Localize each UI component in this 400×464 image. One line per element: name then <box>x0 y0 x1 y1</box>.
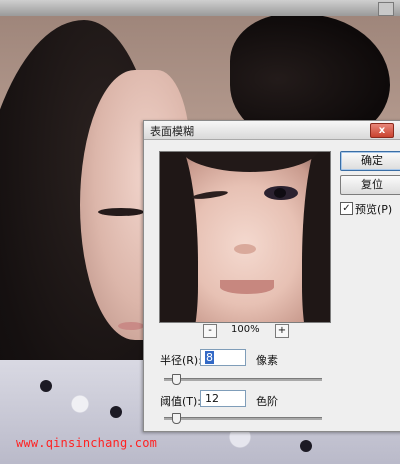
zoom-out-button[interactable]: - <box>203 324 217 338</box>
threshold-unit: 色阶 <box>256 395 278 408</box>
close-button[interactable]: x <box>370 123 394 138</box>
photo-eye <box>98 208 144 216</box>
preview-eye-right <box>264 186 298 200</box>
zoom-level: 100% <box>231 324 260 335</box>
photo-mouth <box>118 322 144 330</box>
preview-checkbox[interactable]: ✓ <box>340 202 353 215</box>
zoom-in-button[interactable]: + <box>275 324 289 338</box>
window-corner-icon <box>378 2 394 16</box>
surface-blur-dialog: 表面模糊 x - 100% + 确定 复位 ✓ 预览(P) 半径(R): 8 像… <box>143 120 400 432</box>
preview-image[interactable] <box>159 151 331 323</box>
preview-hair-left <box>160 152 198 322</box>
dialog-titlebar[interactable]: 表面模糊 x <box>144 121 400 140</box>
reset-button[interactable]: 复位 <box>340 175 400 195</box>
radius-label: 半径(R): <box>160 354 202 367</box>
preview-mouth <box>220 280 274 294</box>
ok-button[interactable]: 确定 <box>340 151 400 171</box>
threshold-input[interactable]: 12 <box>200 390 246 407</box>
zoom-controls: - 100% + <box>159 324 331 338</box>
threshold-slider-thumb[interactable] <box>171 413 181 424</box>
preview-hair-right <box>302 152 330 322</box>
preview-nose <box>234 244 256 254</box>
threshold-slider[interactable] <box>164 413 322 424</box>
radius-input[interactable]: 8 <box>200 349 246 366</box>
watermark-text: www.qinsinchang.com <box>16 436 158 450</box>
radius-unit: 像素 <box>256 354 278 367</box>
radius-slider[interactable] <box>164 374 322 385</box>
radius-slider-thumb[interactable] <box>171 374 181 385</box>
app-top-bar <box>0 0 400 16</box>
preview-bangs <box>180 152 320 172</box>
preview-eye-left <box>191 189 229 201</box>
dialog-title: 表面模糊 <box>150 125 194 138</box>
preview-checkbox-label: 预览(P) <box>355 203 393 216</box>
threshold-label: 阈值(T): <box>160 395 202 408</box>
